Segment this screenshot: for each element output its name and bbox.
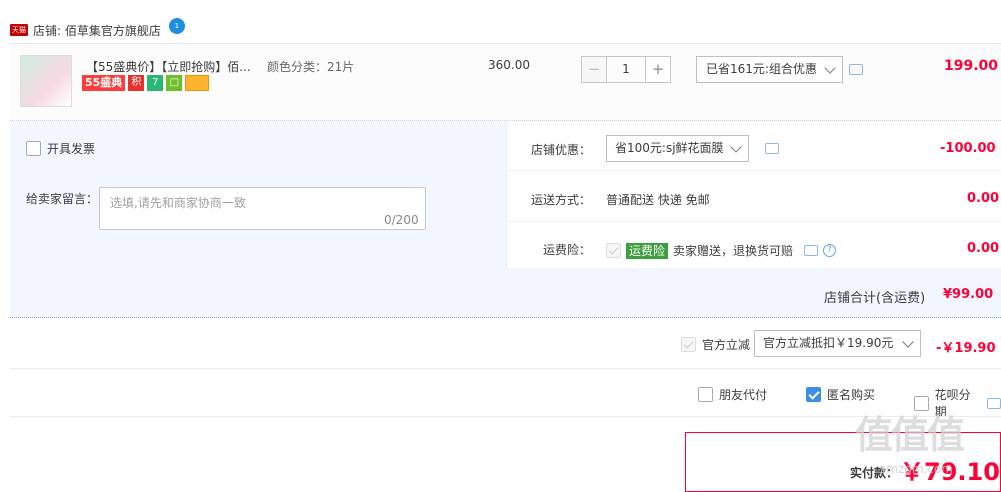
invoice-option[interactable]: 开具发票 bbox=[26, 140, 95, 157]
guarantee-badge: □ bbox=[166, 75, 183, 91]
insurance-comment-icon[interactable] bbox=[804, 245, 819, 256]
insurance-label: 运费险： bbox=[543, 243, 592, 257]
item-promo-value: 已省161元:组合优惠 bbox=[706, 62, 817, 76]
wangwang-chat-icon[interactable]: 1 bbox=[168, 18, 185, 34]
chevron-down-icon bbox=[824, 62, 836, 74]
item-total: 199.00 bbox=[944, 58, 999, 74]
insurance-text: 卖家赠送，退换货可赔 bbox=[673, 244, 794, 258]
official-discount-checkbox bbox=[681, 337, 696, 352]
shop-name-link[interactable]: 店铺: 佰草集官方旗舰店 bbox=[33, 22, 161, 39]
divider bbox=[10, 416, 1001, 417]
quantity-input[interactable]: 1 bbox=[607, 56, 645, 83]
shipping-method: 普通配送 快递 免邮 bbox=[606, 193, 710, 207]
quantity-stepper: − 1 + bbox=[581, 56, 671, 83]
divider bbox=[10, 368, 1001, 369]
divider bbox=[507, 221, 1001, 222]
divider bbox=[507, 170, 1001, 171]
friend-pay-option[interactable]: 朋友代付 bbox=[698, 386, 767, 403]
event-55-badge: 55盛典 bbox=[82, 75, 126, 91]
huabei-comment-icon[interactable] bbox=[987, 397, 1001, 409]
shop-discount-amount: -100.00 bbox=[940, 141, 996, 156]
product-title-link[interactable]: 【55盛典价】【立即抢购】佰... bbox=[86, 58, 251, 75]
message-label: 给卖家留言： bbox=[26, 192, 99, 206]
item-promo-select[interactable]: 已省161元:组合优惠 bbox=[696, 56, 843, 83]
official-discount-label: 官方立减 bbox=[702, 338, 751, 352]
shop-header: 天猫 店铺: 佰草集官方旗舰店 1 bbox=[10, 18, 185, 40]
invoice-checkbox[interactable] bbox=[26, 141, 41, 156]
official-discount-amount: -￥19.90 bbox=[936, 341, 996, 356]
shipping-amount: 0.00 bbox=[967, 191, 1000, 206]
message-char-counter: 0/200 bbox=[384, 213, 419, 227]
product-thumbnail[interactable] bbox=[20, 55, 72, 107]
watermark-logo: 值值值 bbox=[855, 413, 965, 457]
shipping-label: 运送方式： bbox=[531, 193, 592, 207]
discount-comment-icon[interactable] bbox=[765, 143, 779, 154]
insurance-tag: 运费险 bbox=[626, 242, 669, 259]
friend-pay-checkbox[interactable] bbox=[698, 387, 713, 402]
shop-subtotal-label: 店铺合计(含运费) bbox=[824, 291, 926, 306]
shop-subtotal-value: ¥99.00 bbox=[943, 287, 994, 302]
tmall-badge: 天猫 bbox=[10, 24, 28, 36]
chevron-down-icon bbox=[730, 141, 742, 153]
product-badges: 55盛典 积 7 □ bbox=[82, 75, 210, 91]
chevron-down-icon bbox=[902, 336, 914, 348]
official-discount-select[interactable]: 官方立减抵扣￥19.90元 bbox=[754, 330, 921, 357]
help-icon[interactable]: ? bbox=[823, 244, 837, 257]
invoice-label: 开具发票 bbox=[47, 142, 96, 156]
points-badge: 积 bbox=[128, 75, 145, 91]
promo-comment-icon[interactable] bbox=[849, 64, 863, 75]
watermark-site: smzdm.com bbox=[880, 462, 953, 476]
shop-discount-select[interactable]: 省100元:sj鲜花面膜 bbox=[606, 135, 749, 162]
insurance-amount: 0.00 bbox=[967, 241, 1000, 256]
official-discount-value: 官方立减抵扣￥19.90元 bbox=[763, 336, 894, 350]
official-discount-option: 官方立减 bbox=[681, 336, 750, 353]
anonymous-label: 匿名购买 bbox=[827, 388, 876, 402]
unit-price: 360.00 bbox=[488, 58, 530, 72]
friend-pay-label: 朋友代付 bbox=[719, 388, 768, 402]
anonymous-checkbox[interactable] bbox=[806, 387, 821, 402]
seven-day-return-badge: 7 bbox=[147, 75, 164, 91]
quantity-plus-button[interactable]: + bbox=[645, 56, 671, 83]
insurance-checkbox bbox=[606, 243, 621, 258]
insurance-option: 运费险 卖家赠送，退换货可赔 ? bbox=[606, 242, 837, 259]
credit-card-badge bbox=[185, 75, 210, 91]
shop-discount-value: 省100元:sj鲜花面膜 bbox=[615, 141, 724, 155]
anonymous-option[interactable]: 匿名购买 bbox=[806, 386, 875, 403]
message-placeholder: 选填,请先和商家协商一致 bbox=[110, 196, 246, 210]
shop-discount-label: 店铺优惠： bbox=[531, 143, 592, 157]
sku-info: 颜色分类：21片 bbox=[267, 60, 355, 74]
quantity-minus-button[interactable]: − bbox=[581, 56, 607, 83]
